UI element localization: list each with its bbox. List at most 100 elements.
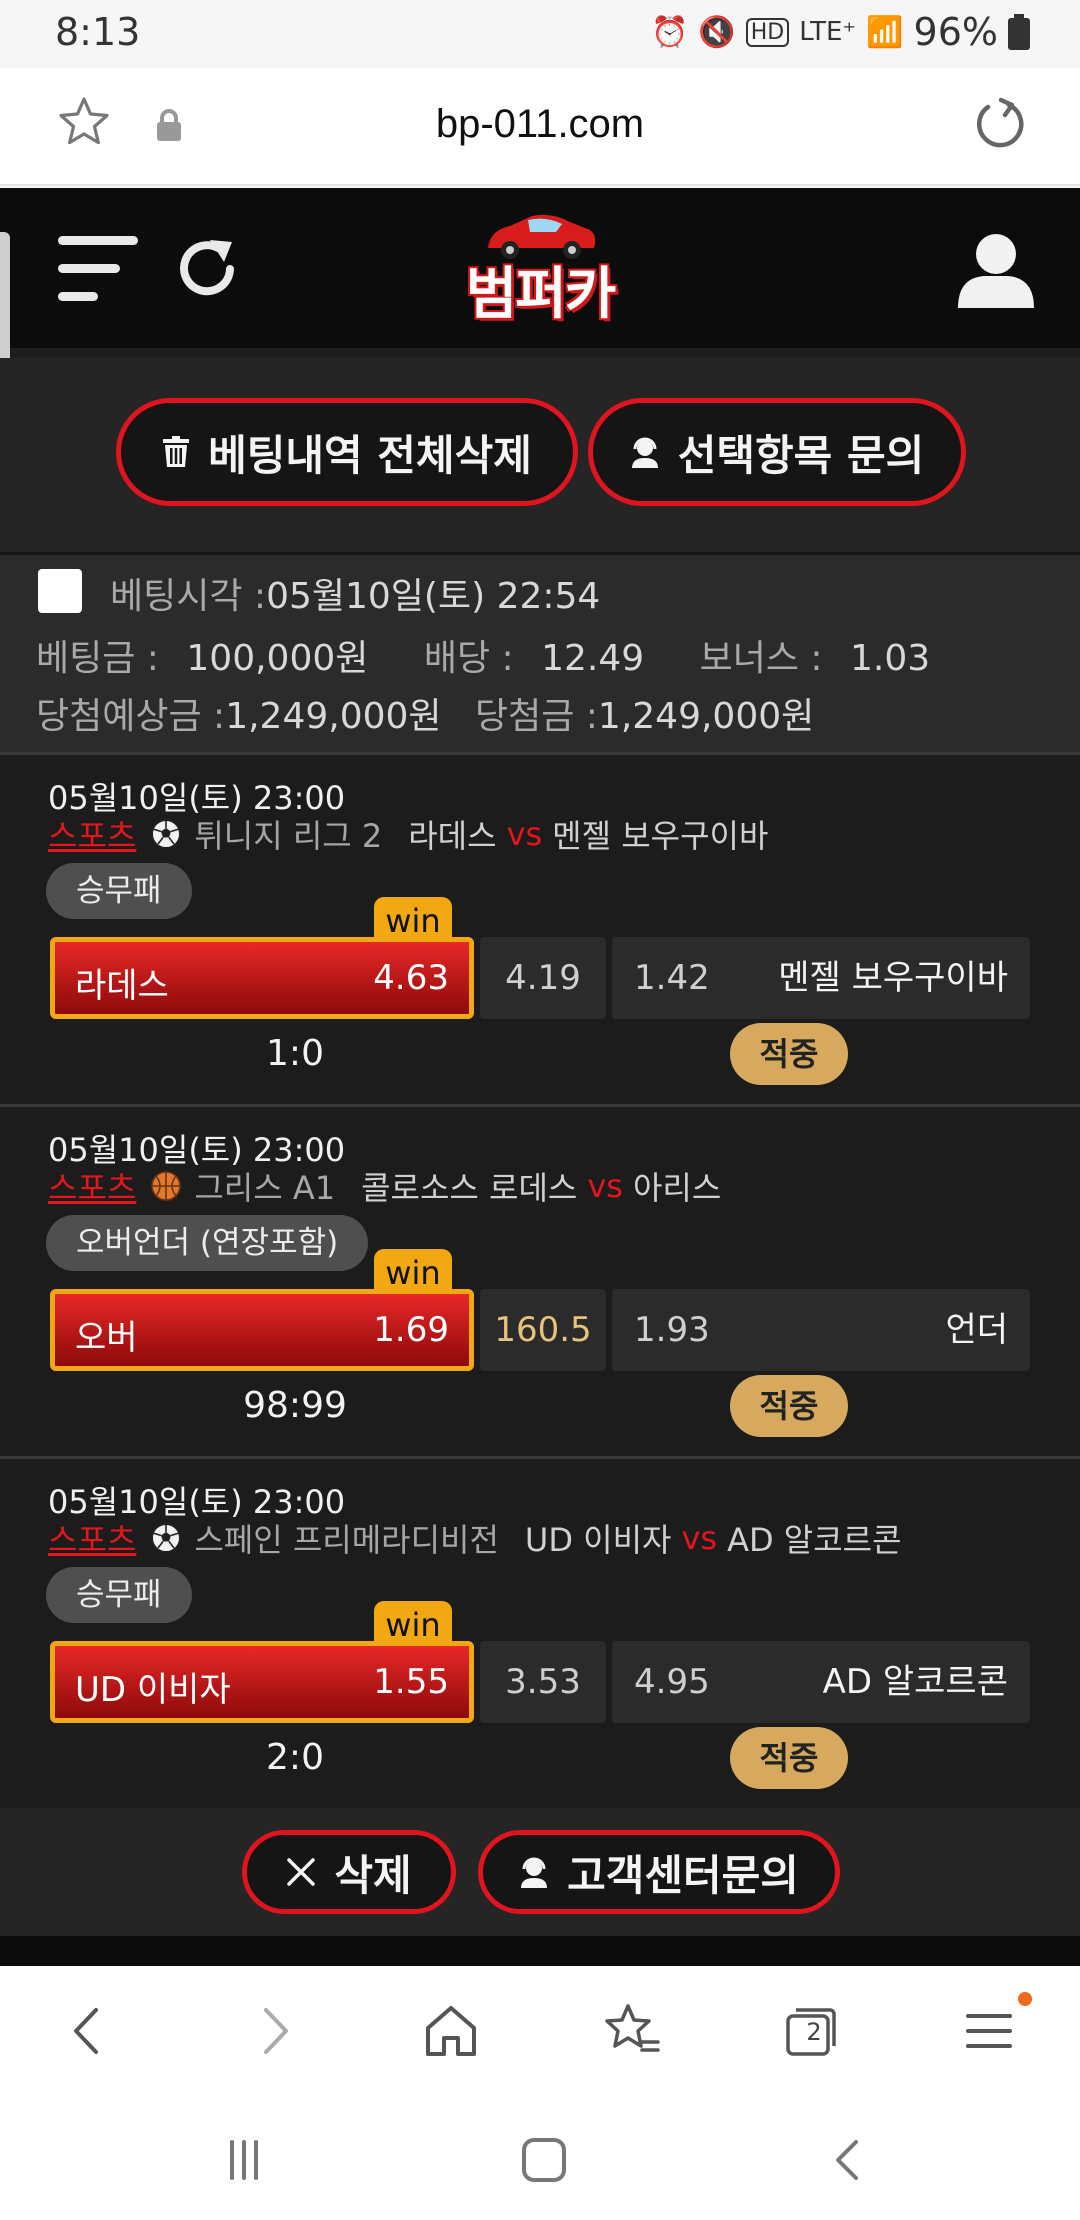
- match-meta: 스포츠 튀니지 리그 2 라데스 vs 멘젤 보우구이바: [48, 811, 768, 857]
- signal-icon: 📶: [866, 14, 904, 50]
- bet-summary: 베팅시각 :05월10일(토) 22:54 베팅금 : 100,000원 배당 …: [0, 552, 1080, 752]
- support-agent-icon: [631, 437, 658, 468]
- top-actions: 베팅내역 전체삭제 선택항목 문의: [0, 358, 1080, 552]
- win-amount-label: 당첨금 :: [474, 696, 598, 737]
- delete-button[interactable]: 삭제: [242, 1830, 456, 1914]
- back-button-icon[interactable]: [818, 2132, 878, 2188]
- draw-odds-cell[interactable]: 3.53: [480, 1641, 606, 1723]
- selected-pick[interactable]: 오버 1.69: [50, 1289, 474, 1371]
- home-team: 라데스: [408, 817, 497, 855]
- back-icon[interactable]: [54, 1996, 124, 2066]
- win-amount-value: 1,249,000원: [597, 696, 815, 737]
- support-agent-icon: [521, 1857, 548, 1888]
- other-name: 언더: [945, 1310, 1008, 1350]
- other-pick-cell[interactable]: 1.93 언더: [612, 1289, 1030, 1371]
- mute-icon: 🔇: [698, 14, 736, 50]
- other-pick-cell[interactable]: 1.42 멘젤 보우구이바: [612, 937, 1030, 1019]
- home-button-icon[interactable]: [514, 2132, 574, 2188]
- payout-row: 당첨예상금 :1,249,000원 당첨금 :1,249,000원: [36, 687, 814, 739]
- delete-all-label: 베팅내역 전체삭제: [208, 430, 532, 480]
- result-badge: 적중: [730, 1727, 848, 1789]
- match-meta: 스포츠 스페인 프리메라디비전 UD 이비자 vs AD 알코르콘: [48, 1515, 902, 1561]
- system-nav: [0, 2098, 1080, 2220]
- mid-value: 3.53: [505, 1662, 581, 1702]
- league-name: 튀니지 리그 2: [194, 817, 383, 855]
- close-icon: [287, 1858, 316, 1886]
- pick-name: UD 이비자: [75, 1670, 231, 1710]
- other-odds: 1.93: [634, 1310, 710, 1350]
- league-name: 스페인 프리메라디비전: [194, 1521, 499, 1559]
- address-bar[interactable]: bp-011.com: [0, 102, 1080, 147]
- select-checkbox[interactable]: [38, 569, 82, 613]
- home-icon[interactable]: [416, 1996, 486, 2066]
- car-logo-icon: [488, 214, 596, 259]
- home-team: UD 이비자: [524, 1521, 672, 1559]
- vs-label: vs: [587, 1167, 623, 1205]
- bet-amount-label: 베팅금 :: [36, 638, 159, 679]
- match-meta: 스포츠 그리스 A1 콜로소스 로데스 vs 아리스: [48, 1163, 721, 1209]
- sport-link[interactable]: 스포츠: [48, 1163, 136, 1209]
- logo-text: 범퍼카: [465, 262, 617, 327]
- other-odds: 1.42: [634, 958, 710, 998]
- pick-odds: 1.55: [373, 1662, 449, 1702]
- sport-link[interactable]: 스포츠: [48, 1515, 136, 1561]
- user-icon[interactable]: [954, 228, 1038, 312]
- support-label: 고객센터문의: [567, 1850, 799, 1900]
- inquiry-selected-button[interactable]: 선택항목 문의: [588, 398, 966, 506]
- expected-payout-value: 1,249,000원: [225, 696, 442, 737]
- support-button[interactable]: 고객센터문의: [478, 1830, 840, 1914]
- alarm-icon: ⏰: [651, 14, 689, 50]
- market-tag: 오버언더 (연장포함): [46, 1215, 369, 1271]
- inquiry-selected-label: 선택항목 문의: [677, 430, 925, 480]
- soccer-ball-icon: [151, 819, 182, 849]
- match-score: 98:99: [243, 1385, 347, 1426]
- bookmarks-icon[interactable]: [596, 1996, 666, 2066]
- pick-odds: 4.63: [373, 958, 449, 998]
- tabs-button[interactable]: 2: [776, 1996, 846, 2066]
- pick-name: 라데스: [75, 966, 169, 1006]
- other-pick-cell[interactable]: 4.95 AD 알코르콘: [612, 1641, 1030, 1723]
- other-name: AD 알코르콘: [822, 1662, 1008, 1702]
- away-team: 멘젤 보우구이바: [552, 817, 769, 855]
- bonus-label: 보너스 :: [699, 638, 823, 679]
- status-bar: 8:13 ⏰ 🔇 HD LTE⁺ 📶 96%: [0, 0, 1080, 68]
- result-badge: 적중: [730, 1375, 848, 1437]
- recents-icon[interactable]: [214, 2132, 274, 2188]
- market-tag: 승무패: [46, 863, 192, 919]
- bet-time-row: 베팅시각 :05월10일(토) 22:54: [110, 567, 600, 619]
- bet-amount-value: 100,000원: [186, 638, 369, 679]
- draw-odds-cell[interactable]: 4.19: [480, 937, 606, 1019]
- delete-label: 삭제: [334, 1850, 412, 1900]
- bet-card: 05월10일(토) 23:00 스포츠 그리스 A1 콜로소스 로데스 vs 아…: [0, 1104, 1080, 1454]
- result-badge: 적중: [730, 1023, 848, 1085]
- battery-icon: [1008, 14, 1030, 50]
- bet-card: 05월10일(토) 23:00 스포츠 튀니지 리그 2 라데스 vs 멘젤 보…: [0, 752, 1080, 1102]
- site-logo[interactable]: 범퍼카: [440, 208, 640, 328]
- refresh-icon[interactable]: [172, 234, 242, 304]
- bet-time-label: 베팅시각 :: [110, 576, 267, 617]
- site-header: 범퍼카: [0, 188, 1080, 348]
- browser-bottom-nav: 2: [0, 1966, 1080, 2098]
- lte-label: LTE⁺: [799, 17, 857, 47]
- reload-icon[interactable]: [972, 96, 1028, 152]
- delete-all-button[interactable]: 베팅내역 전체삭제: [116, 398, 578, 506]
- selected-pick[interactable]: UD 이비자 1.55: [50, 1641, 474, 1723]
- page-footer-strip: [0, 1936, 1080, 1966]
- odds-label: 배당 :: [423, 638, 514, 679]
- bet-time-value: 05월10일(토) 22:54: [266, 576, 601, 617]
- forward-icon[interactable]: [238, 1996, 308, 2066]
- other-name: 멘젤 보우구이바: [778, 958, 1008, 998]
- pick-odds: 1.69: [373, 1310, 449, 1350]
- menu-icon[interactable]: [58, 236, 138, 302]
- bonus-value: 1.03: [850, 638, 931, 679]
- trash-icon: [163, 436, 190, 467]
- menu-icon[interactable]: [954, 1996, 1024, 2066]
- other-odds: 4.95: [634, 1662, 710, 1702]
- notification-dot: [1018, 1992, 1032, 2006]
- home-team: 콜로소스 로데스: [361, 1169, 578, 1207]
- bet-amount-row: 베팅금 : 100,000원 배당 : 12.49 보너스 : 1.03: [36, 629, 930, 681]
- selected-pick[interactable]: 라데스 4.63: [50, 937, 474, 1019]
- away-team: AD 알코르콘: [727, 1521, 902, 1559]
- sport-link[interactable]: 스포츠: [48, 811, 136, 857]
- line-value-cell[interactable]: 160.5: [480, 1289, 606, 1371]
